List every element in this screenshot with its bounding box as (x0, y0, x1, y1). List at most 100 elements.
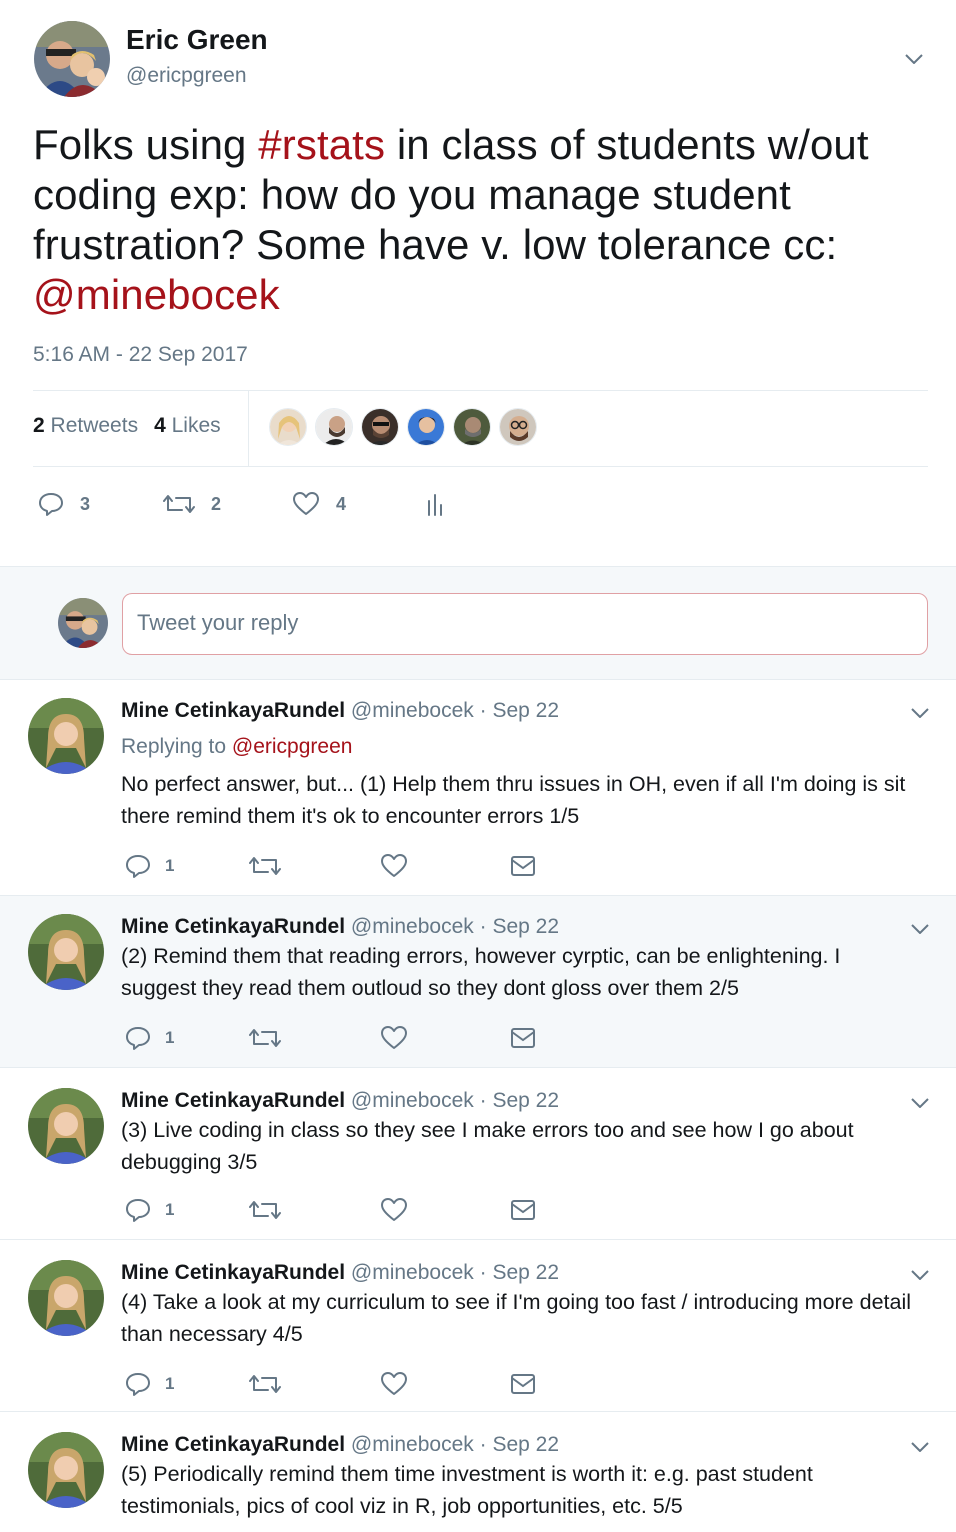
likes-stat[interactable]: 4 Likes (154, 414, 221, 437)
like-button[interactable] (380, 1023, 408, 1053)
reply-header: Mine CetinkayaRundel @minebocek · Sep 22 (121, 699, 559, 723)
chevron-down-icon[interactable] (911, 1270, 929, 1280)
liker-avatar[interactable] (453, 408, 491, 446)
reply-date[interactable]: · Sep 22 (480, 915, 559, 938)
tweet-actions: 3 2 4 (0, 484, 956, 524)
hashtag-link[interactable]: #rstats (258, 121, 385, 168)
divider (33, 390, 928, 391)
reply-author-handle[interactable]: @minebocek (351, 1261, 474, 1284)
divider (248, 391, 249, 467)
avatar[interactable] (28, 914, 104, 990)
retweet-button[interactable]: 2 (163, 484, 221, 524)
reply-count: 1 (165, 1028, 175, 1047)
chevron-down-icon[interactable] (911, 1098, 929, 1108)
avatar[interactable] (28, 1432, 104, 1508)
chevron-down-icon[interactable] (905, 54, 923, 64)
retweet-icon (249, 1201, 281, 1219)
reply-date[interactable]: · Sep 22 (480, 1261, 559, 1284)
reply-button[interactable]: 3 (38, 484, 90, 524)
author-name[interactable]: Eric Green (126, 24, 268, 56)
chevron-down-icon[interactable] (911, 708, 929, 718)
liker-avatar[interactable] (315, 408, 353, 446)
like-button[interactable] (380, 1195, 408, 1225)
heart-icon (381, 1198, 407, 1221)
retweet-button[interactable] (249, 1195, 281, 1225)
analytics-icon (428, 494, 442, 516)
reply-text: (2) Remind them that reading errors, how… (121, 944, 841, 1000)
reply-author-name[interactable]: Mine CetinkayaRundel (121, 699, 345, 722)
liker-avatar[interactable] (407, 408, 445, 446)
avatar[interactable] (58, 598, 108, 648)
heart-icon (381, 1372, 407, 1395)
avatar[interactable] (28, 1088, 104, 1164)
timestamp[interactable]: 5:16 AM - 22 Sep 2017 (33, 343, 248, 367)
reply-icon (126, 855, 150, 878)
retweets-count: 2 (33, 414, 45, 437)
divider (33, 466, 928, 467)
retweet-button[interactable] (249, 1023, 281, 1053)
reply-author-name[interactable]: Mine CetinkayaRundel (121, 1433, 345, 1456)
avatar[interactable] (34, 21, 110, 97)
tweet-text-part: Folks using (33, 121, 259, 168)
chevron-down-icon[interactable] (911, 924, 929, 934)
retweet-icon (163, 495, 195, 513)
reply-author-handle[interactable]: @minebocek (351, 1433, 474, 1456)
retweet-count: 2 (211, 493, 222, 514)
reply-author-name[interactable]: Mine CetinkayaRundel (121, 915, 345, 938)
author-handle[interactable]: @ericpgreen (126, 64, 247, 88)
retweet-icon (249, 857, 281, 875)
avatar[interactable] (28, 698, 104, 774)
liker-avatar[interactable] (499, 408, 537, 446)
dm-button[interactable] (510, 851, 536, 881)
reply-icon (126, 1199, 150, 1222)
reply-author-name[interactable]: Mine CetinkayaRundel (121, 1261, 345, 1284)
reply-tweet[interactable]: Mine CetinkayaRundel @minebocek · Sep 22… (0, 1412, 956, 1532)
reply-header: Mine CetinkayaRundel @minebocek · Sep 22 (121, 1261, 559, 1285)
reply-tweet[interactable]: Mine CetinkayaRundel @minebocek · Sep 22… (0, 1068, 956, 1240)
reply-actions: 1 (121, 851, 551, 881)
retweet-button[interactable] (249, 851, 281, 881)
reply-count: 1 (165, 1200, 175, 1219)
like-button[interactable] (380, 1369, 408, 1399)
retweets-stat[interactable]: 2 Retweets (33, 414, 138, 437)
analytics-button[interactable] (426, 484, 444, 524)
reply-button[interactable]: 1 (125, 1369, 174, 1399)
liker-avatar[interactable] (269, 408, 307, 446)
main-tweet: Eric Green @ericpgreen Folks using #rsta… (0, 0, 956, 566)
reply-button[interactable]: 1 (125, 1023, 174, 1053)
reply-author-handle[interactable]: @minebocek (351, 1089, 474, 1112)
likes-label: Likes (171, 414, 221, 437)
avatar[interactable] (28, 1260, 104, 1336)
reply-header: Mine CetinkayaRundel @minebocek · Sep 22 (121, 1089, 559, 1113)
reply-button[interactable]: 1 (125, 851, 174, 881)
like-button[interactable] (380, 851, 408, 881)
reply-header: Mine CetinkayaRundel @minebocek · Sep 22 (121, 915, 559, 939)
reply-date[interactable]: · Sep 22 (480, 1433, 559, 1456)
likes-count: 4 (154, 414, 166, 437)
like-button[interactable]: 4 (292, 484, 346, 524)
mention-link[interactable]: @ericpgreen (232, 735, 353, 758)
reply-tweet[interactable]: Mine CetinkayaRundel @minebocek · Sep 22… (0, 896, 956, 1068)
replying-to: Replying to @ericpgreen (121, 735, 352, 759)
reply-date[interactable]: · Sep 22 (480, 1089, 559, 1112)
reply-input[interactable]: Tweet your reply (122, 593, 928, 655)
reply-count: 1 (165, 1374, 175, 1393)
tweet-text: Folks using #rstats in class of students… (33, 120, 933, 320)
dm-button[interactable] (510, 1369, 536, 1399)
reply-author-handle[interactable]: @minebocek (351, 699, 474, 722)
retweet-button[interactable] (249, 1369, 281, 1399)
reply-count: 3 (80, 493, 91, 514)
mention-link[interactable]: @minebocek (33, 271, 280, 318)
dm-button[interactable] (510, 1023, 536, 1053)
reply-date[interactable]: · Sep 22 (480, 699, 559, 722)
reply-button[interactable]: 1 (125, 1195, 174, 1225)
dm-button[interactable] (510, 1195, 536, 1225)
reply-author-handle[interactable]: @minebocek (351, 915, 474, 938)
chevron-down-icon[interactable] (911, 1442, 929, 1452)
reply-tweet[interactable]: Mine CetinkayaRundel @minebocek · Sep 22… (0, 680, 956, 896)
reply-tweet[interactable]: Mine CetinkayaRundel @minebocek · Sep 22… (0, 1240, 956, 1412)
reply-icon (39, 493, 63, 516)
reply-author-name[interactable]: Mine CetinkayaRundel (121, 1089, 345, 1112)
liker-avatar[interactable] (361, 408, 399, 446)
replying-to-label: Replying to (121, 735, 227, 758)
